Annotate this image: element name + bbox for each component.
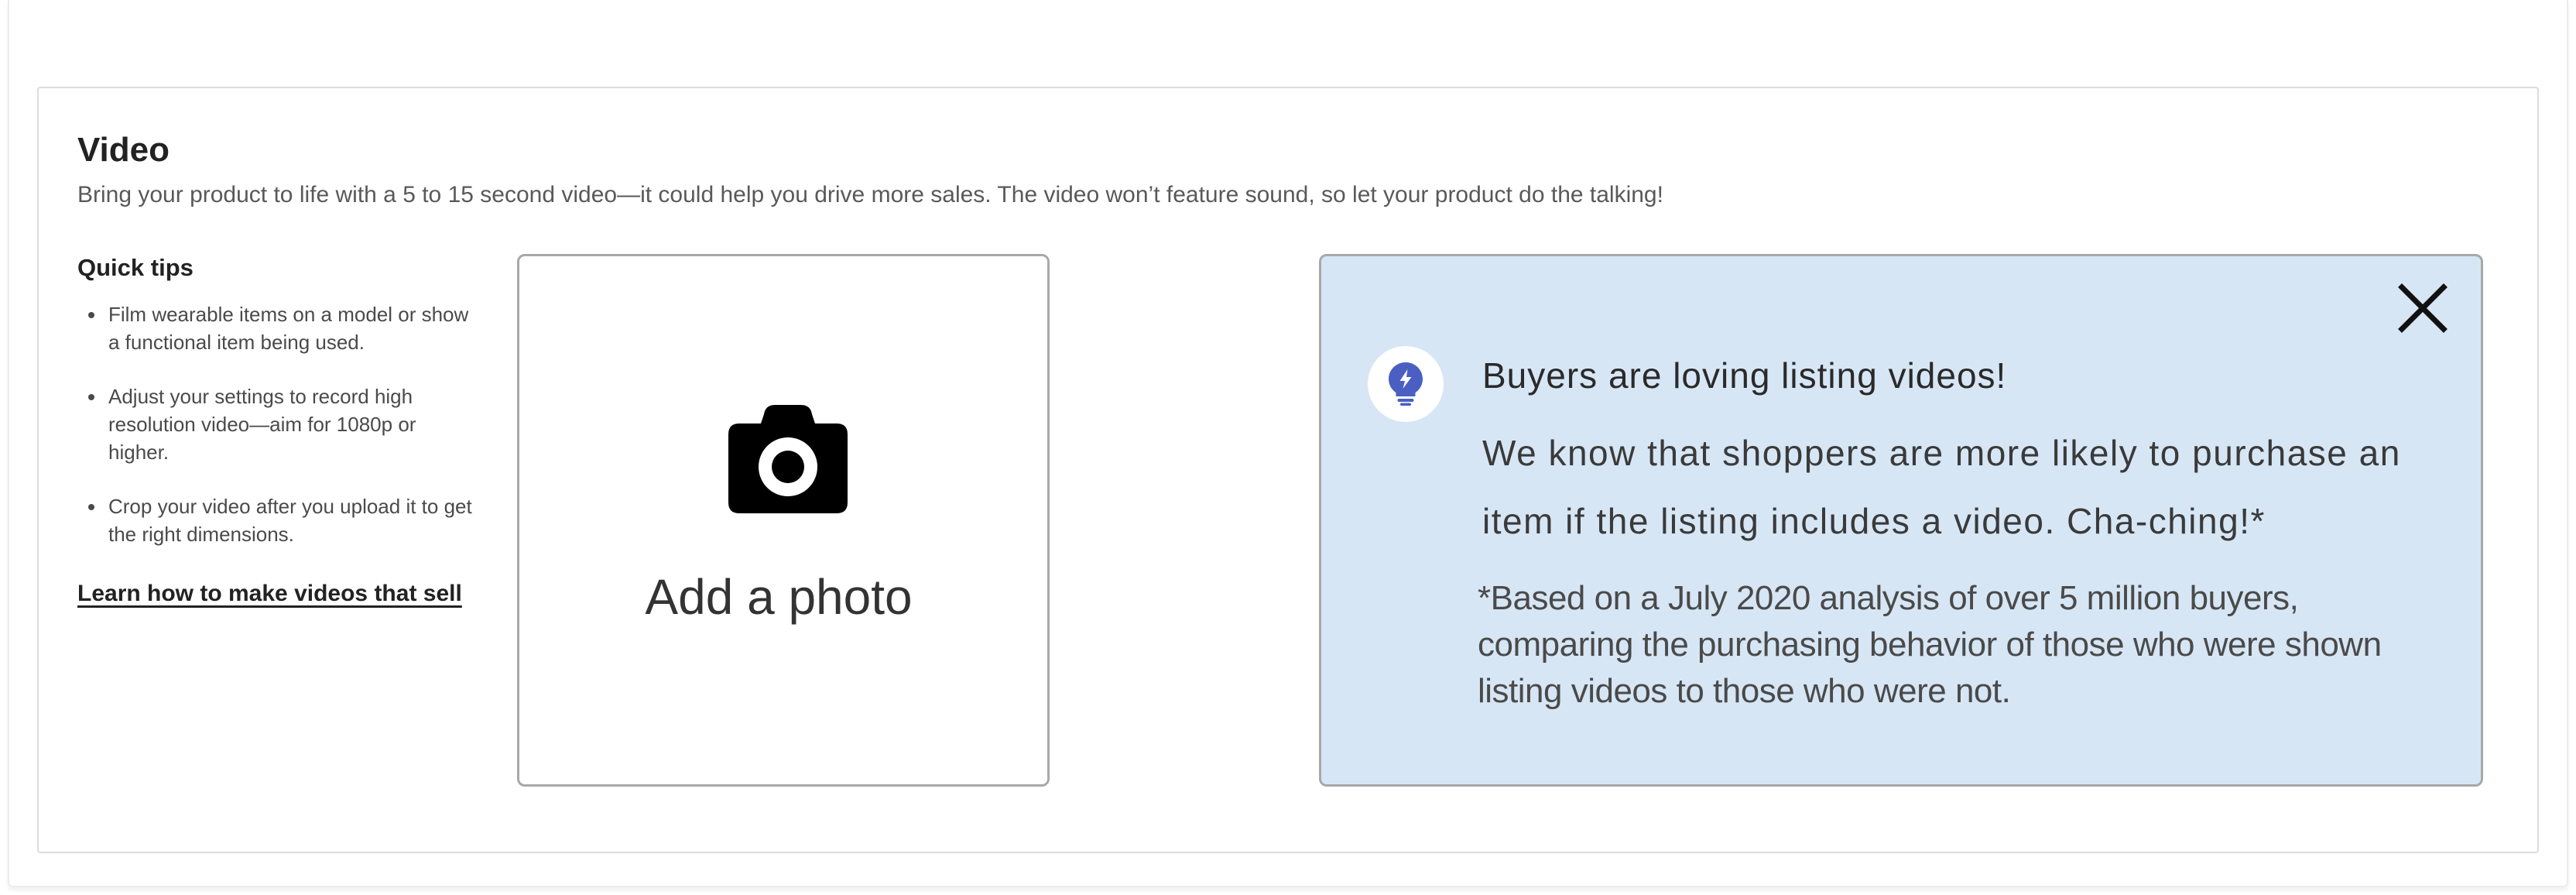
tip-item: Crop your video after you upload it to g… <box>77 492 480 548</box>
section-description: Bring your product to life with a 5 to 1… <box>77 182 1663 207</box>
learn-videos-link[interactable]: Learn how to make videos that sell <box>77 581 462 607</box>
tip-item: Adjust your settings to record high reso… <box>77 382 480 466</box>
quick-tips: Quick tips Film wearable items on a mode… <box>77 252 480 607</box>
add-photo-button[interactable]: Add a photo <box>517 254 1050 787</box>
tip-item: Film wearable items on a model or show a… <box>77 300 480 356</box>
add-photo-label: Add a photo <box>645 569 913 625</box>
quick-tips-heading: Quick tips <box>77 254 194 281</box>
close-icon[interactable] <box>2397 283 2448 334</box>
tip-text: Film wearable items on a model or show a… <box>108 303 469 354</box>
tip-text: Adjust your settings to record high reso… <box>108 385 416 464</box>
info-headline: Buyers are loving listing videos! <box>1482 355 2007 396</box>
bullet-icon <box>88 312 94 318</box>
section-title: Video <box>77 131 170 169</box>
tip-text: Crop your video after you upload it to g… <box>108 495 472 546</box>
lightbulb-badge <box>1368 346 1444 422</box>
quick-tips-list: Film wearable items on a model or show a… <box>77 300 480 548</box>
info-body: We know that shoppers are more likely to… <box>1482 433 2401 541</box>
bullet-icon <box>88 394 94 400</box>
camera-icon <box>728 405 848 513</box>
video-info-banner: Buyers are loving listing videos! We kno… <box>1319 254 2483 787</box>
info-footnote: *Based on a July 2020 analysis of over 5… <box>1478 579 2382 710</box>
bullet-icon <box>88 504 94 510</box>
